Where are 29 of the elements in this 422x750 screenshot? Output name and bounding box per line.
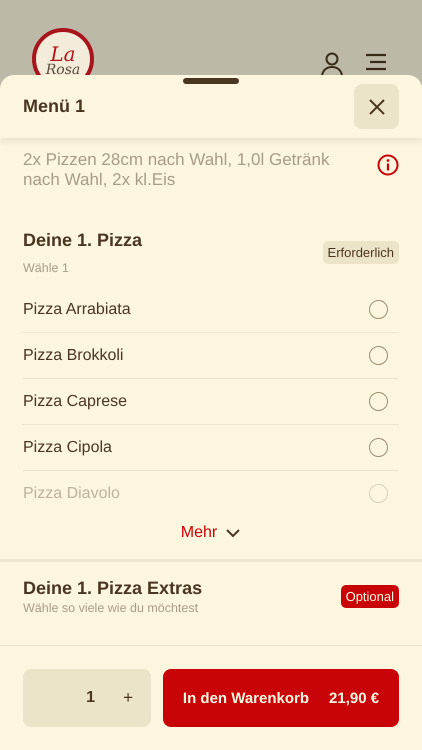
quantity-stepper[interactable]: 1 +: [23, 669, 151, 727]
group-subtitle: Wähle so viele wie du möchtest: [23, 601, 200, 615]
option-label[interactable]: Pizza Caprese: [23, 392, 128, 410]
user-icon[interactable]: [320, 52, 344, 78]
radio-button[interactable]: [369, 438, 388, 457]
group-subtitle: Wähle 1: [23, 261, 70, 275]
drag-handle[interactable]: [183, 78, 239, 84]
optional-badge: Optional: [340, 585, 399, 608]
more-link[interactable]: Mehr: [180, 524, 218, 542]
quantity-value: 1: [86, 689, 96, 707]
radio-button[interactable]: [369, 346, 388, 365]
group-title: Deine 1. Pizza Extras: [23, 578, 202, 599]
add-to-cart-button[interactable]: In den Warenkorb 21,90 €: [163, 669, 399, 727]
info-icon[interactable]: [377, 154, 399, 176]
radio-button[interactable]: [369, 392, 388, 411]
sheet-title: Menü 1: [23, 96, 86, 117]
option-label[interactable]: Pizza Cipola: [23, 438, 112, 456]
plus-button[interactable]: +: [123, 688, 133, 708]
radio-button[interactable]: [369, 300, 388, 319]
option-label[interactable]: Pizza Arrabiata: [23, 300, 131, 318]
close-icon: [368, 98, 386, 116]
price: 21,90 €: [329, 690, 380, 706]
option-label[interactable]: Pizza Brokkoli: [23, 346, 124, 364]
menu-description: 2x Pizzen 28cm nach Wahl, 1,0l Getränk nach Wahl, 2x kl.Eis: [23, 150, 330, 190]
chevron-down-icon[interactable]: [225, 528, 242, 538]
close-button[interactable]: [354, 84, 399, 129]
group-title: Deine 1. Pizza: [23, 230, 142, 251]
required-badge: Erforderlich: [322, 241, 399, 264]
menu-icon[interactable]: [364, 52, 388, 72]
